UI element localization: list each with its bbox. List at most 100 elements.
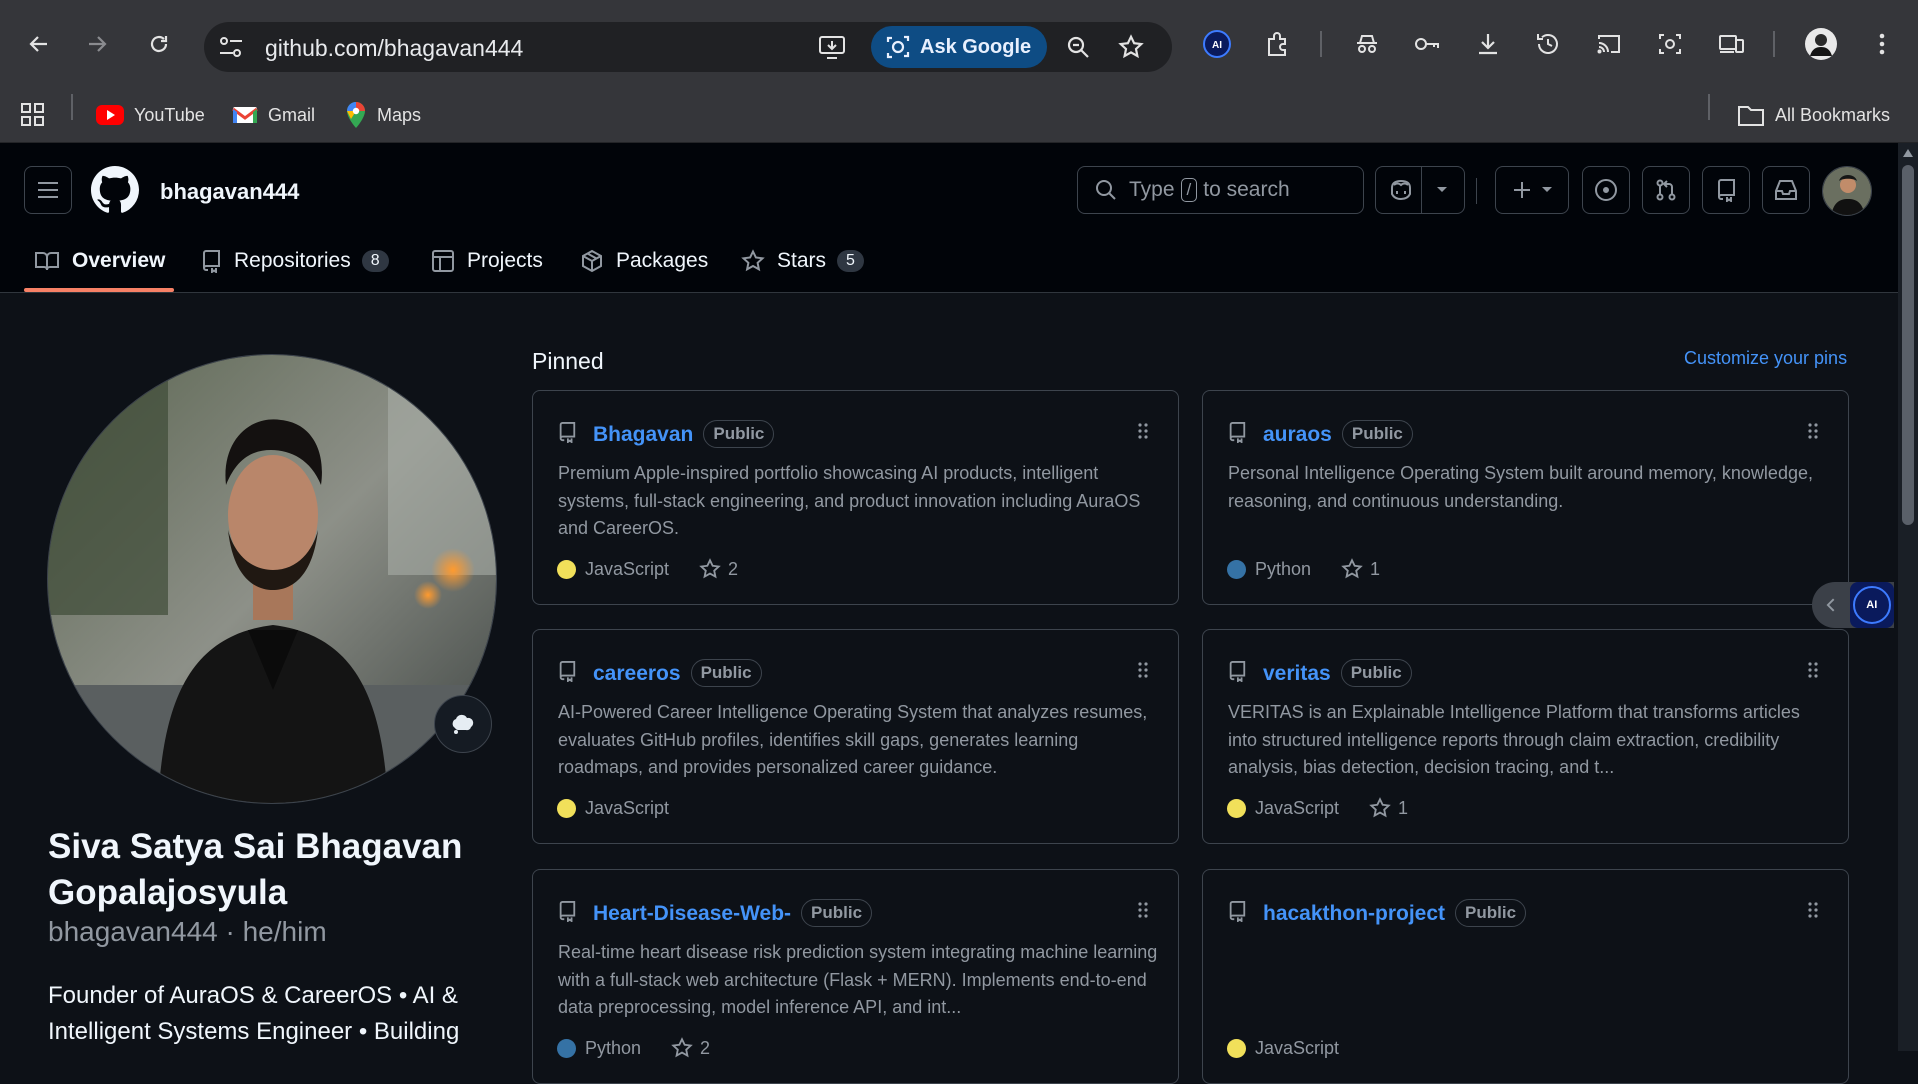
- repo-name-link[interactable]: careeros: [593, 662, 681, 685]
- screenshot-icon[interactable]: [1650, 24, 1690, 64]
- repo-icon: [559, 901, 576, 922]
- maps-icon: [345, 101, 367, 129]
- repo-icon: [202, 250, 220, 273]
- profile-avatar-icon[interactable]: [1801, 24, 1841, 64]
- scrollbar-thumb[interactable]: [1902, 165, 1914, 525]
- star-icon: [741, 249, 765, 272]
- repo-icon: [1717, 179, 1735, 202]
- chevron-down-icon[interactable]: [1436, 186, 1448, 194]
- issue-icon: [1595, 179, 1617, 201]
- address-bar[interactable]: github.com/bhagavan444 Ask Google: [204, 22, 1172, 72]
- cast-icon[interactable]: [1589, 24, 1629, 64]
- back-icon[interactable]: [19, 24, 59, 64]
- zoom-icon[interactable]: [1066, 35, 1090, 59]
- bookmark-gmail[interactable]: Gmail: [232, 95, 315, 135]
- profile-avatar[interactable]: [47, 354, 497, 804]
- bookmark-youtube[interactable]: YouTube: [96, 95, 205, 135]
- search-shortcut-key: /: [1180, 178, 1198, 202]
- tab-packages[interactable]: Packages: [580, 239, 708, 283]
- ask-google-label: Ask Google: [920, 35, 1032, 58]
- star-icon: [1341, 558, 1363, 579]
- header-username[interactable]: bhagavan444: [160, 179, 299, 205]
- table-icon: [432, 250, 454, 272]
- repo-icon: [1229, 422, 1246, 443]
- bookmark-star-icon[interactable]: [1118, 34, 1144, 60]
- tab-projects[interactable]: Projects: [431, 239, 543, 283]
- search-input[interactable]: Type / to search: [1077, 166, 1364, 214]
- drag-handle-icon[interactable]: [1138, 902, 1148, 918]
- pinned-repo-card: Heart-Disease-Web- Public Real-time heart …: [532, 869, 1179, 1084]
- drag-handle-icon[interactable]: [1138, 423, 1148, 439]
- customize-pins-link[interactable]: Customize your pins: [1684, 348, 1847, 369]
- visibility-badge: Public: [801, 899, 873, 927]
- repo-meta: JavaScript 1: [1227, 796, 1408, 820]
- visibility-badge: Public: [703, 420, 775, 448]
- bookmark-label: Maps: [377, 104, 422, 125]
- repo-star-count: 1: [1370, 558, 1381, 579]
- repo-stars-link[interactable]: 2: [671, 1037, 710, 1059]
- devices-icon[interactable]: [1711, 24, 1751, 64]
- repo-name-link[interactable]: Bhagavan: [593, 423, 693, 446]
- lens-icon: [886, 35, 910, 59]
- create-new-button[interactable]: [1495, 166, 1569, 214]
- language-color-dot: [1227, 559, 1246, 579]
- repo-name-link[interactable]: auraos: [1263, 423, 1332, 446]
- pinned-repo-card: hacakthon-project Public JavaScript: [1202, 869, 1849, 1084]
- visibility-badge: Public: [690, 659, 762, 687]
- all-bookmarks-label: All Bookmarks: [1775, 104, 1891, 125]
- thought-bubble-icon: [452, 714, 474, 734]
- repo-star-count: 2: [700, 1037, 711, 1058]
- profile-full-name: Siva Satya Sai Bhagavan Gopalajosyula: [48, 827, 463, 912]
- drag-handle-icon[interactable]: [1808, 662, 1818, 678]
- package-icon: [582, 249, 602, 273]
- pull-requests-button[interactable]: [1642, 166, 1690, 214]
- page-scrollbar[interactable]: [1898, 143, 1918, 1051]
- repo-stars-link[interactable]: 1: [1369, 797, 1408, 819]
- search-suffix: to search: [1203, 178, 1290, 201]
- install-app-icon[interactable]: [818, 34, 846, 60]
- scroll-up-icon[interactable]: [1902, 148, 1914, 158]
- drag-handle-icon[interactable]: [1138, 662, 1148, 678]
- password-key-icon[interactable]: [1407, 24, 1447, 64]
- repo-description: Personal Intelligence Operating System b…: [1228, 463, 1813, 511]
- incognito-icon[interactable]: [1347, 24, 1387, 64]
- star-icon: [699, 558, 721, 579]
- repo-stars-link[interactable]: 2: [699, 558, 738, 580]
- all-bookmarks-button[interactable]: All Bookmarks: [1737, 95, 1890, 135]
- reload-icon[interactable]: [139, 24, 179, 64]
- ask-google-button[interactable]: Ask Google: [871, 26, 1047, 68]
- menu-kebab-icon[interactable]: [1862, 24, 1902, 64]
- site-settings-icon[interactable]: [218, 35, 244, 59]
- drag-handle-icon[interactable]: [1808, 902, 1818, 918]
- extensions-icon[interactable]: [1258, 24, 1298, 64]
- user-avatar[interactable]: [1822, 166, 1872, 216]
- ai-assistant-widget[interactable]: AI: [1812, 582, 1894, 628]
- ai-badge-icon: AI: [1849, 582, 1894, 628]
- bookmark-maps[interactable]: Maps: [345, 95, 421, 135]
- issues-button[interactable]: [1582, 166, 1630, 214]
- gmail-icon: [232, 105, 258, 125]
- ai-extension-icon[interactable]: AI: [1197, 24, 1237, 64]
- url-text[interactable]: github.com/bhagavan444: [265, 35, 523, 62]
- repo-stars-link[interactable]: 1: [1341, 558, 1380, 580]
- drag-handle-icon[interactable]: [1808, 423, 1818, 439]
- tab-repositories[interactable]: Repositories 8: [200, 239, 389, 283]
- bookmark-divider: [71, 94, 73, 120]
- tab-stars[interactable]: Stars 5: [741, 239, 864, 283]
- download-icon[interactable]: [1468, 24, 1508, 64]
- inbox-button[interactable]: [1762, 166, 1810, 214]
- repo-name-link[interactable]: Heart-Disease-Web-: [593, 902, 791, 925]
- apps-grid-icon[interactable]: [20, 95, 46, 135]
- hamburger-menu-button[interactable]: [24, 166, 72, 214]
- language-color-dot: [557, 559, 576, 579]
- copilot-button[interactable]: [1375, 166, 1465, 214]
- repo-name-link[interactable]: veritas: [1263, 662, 1331, 685]
- repositories-button[interactable]: [1702, 166, 1750, 214]
- set-status-button[interactable]: [434, 695, 492, 753]
- forward-icon[interactable]: [77, 24, 117, 64]
- tab-overview[interactable]: Overview: [34, 239, 165, 283]
- repo-name-link[interactable]: hacakthon-project: [1263, 902, 1445, 925]
- github-logo-icon[interactable]: [91, 166, 139, 214]
- repo-description: AI-Powered Career Intelligence Operating…: [558, 702, 1148, 777]
- history-icon[interactable]: [1528, 24, 1568, 64]
